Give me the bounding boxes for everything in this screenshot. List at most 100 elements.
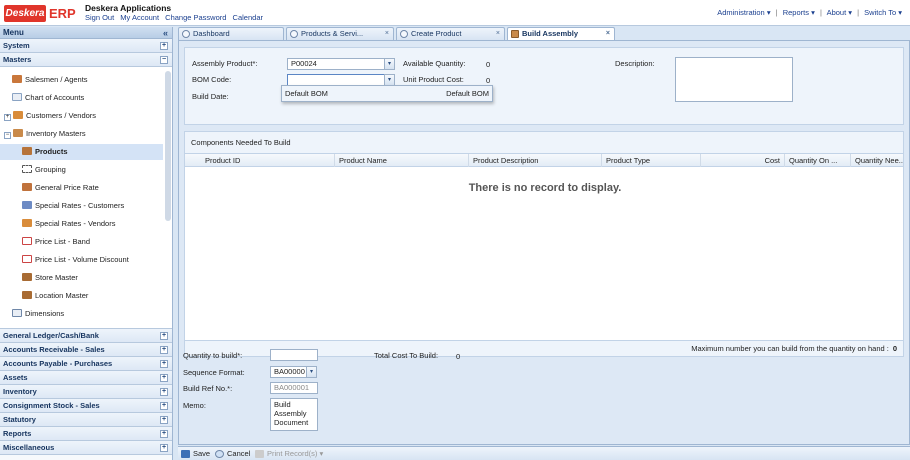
switch-to-menu[interactable]: Switch To ▾ — [864, 8, 902, 17]
expand-icon[interactable]: + — [160, 332, 168, 340]
sign-out-link[interactable]: Sign Out — [85, 13, 114, 22]
column-header-product-description[interactable]: Product Description — [469, 154, 602, 167]
tree-item-chart-of-accounts[interactable]: Chart of Accounts — [12, 90, 84, 106]
bom-option-default[interactable]: Default BOM Default BOM — [282, 86, 492, 101]
sidebar-section-general-ledger[interactable]: General Ledger/Cash/Bank + — [0, 329, 172, 343]
chevron-down-icon: ▾ — [898, 8, 902, 17]
tree-item-salesmen[interactable]: Salesmen / Agents — [12, 72, 88, 88]
tab-products-services[interactable]: Products & Servi... × — [286, 27, 394, 40]
tree-item-special-rates-vendors[interactable]: Special Rates - Vendors — [22, 216, 115, 232]
expand-icon[interactable]: + — [160, 402, 168, 410]
sidebar-section-statutory[interactable]: Statutory + — [0, 413, 172, 427]
menu-separator: | — [819, 8, 822, 17]
tab-build-assembly[interactable]: Build Assembly × — [507, 27, 615, 41]
sidebar-section-accounts-payable[interactable]: Accounts Payable - Purchases + — [0, 357, 172, 371]
expand-icon[interactable]: + — [160, 416, 168, 424]
expand-icon[interactable]: + — [160, 360, 168, 368]
expand-icon[interactable]: + — [160, 346, 168, 354]
quantity-to-build-input[interactable] — [270, 349, 318, 361]
about-menu[interactable]: About ▾ — [827, 8, 852, 17]
close-icon[interactable]: × — [606, 28, 610, 40]
sequence-format-select[interactable]: BA00000 — [270, 366, 307, 378]
store-icon — [22, 273, 32, 281]
column-header-cost[interactable]: Cost — [701, 154, 785, 167]
calendar-link[interactable]: Calendar — [233, 13, 263, 22]
people-icon — [22, 219, 32, 227]
tab-create-product[interactable]: Create Product × — [396, 27, 505, 40]
tree-item-dimensions[interactable]: Dimensions — [12, 306, 64, 322]
sidebar-section-masters[interactable]: Masters − — [0, 53, 172, 67]
administration-menu[interactable]: Administration ▾ — [717, 8, 770, 17]
tree-item-price-list-band[interactable]: Price List - Band — [22, 234, 90, 250]
tree-item-special-rates-customers[interactable]: Special Rates - Customers — [22, 198, 124, 214]
menu-separator: | — [857, 8, 860, 17]
deskera-logo[interactable]: Deskera ERP — [4, 5, 80, 22]
chevron-down-icon[interactable]: ▾ — [306, 366, 317, 378]
tree-item-products[interactable]: Products — [0, 144, 163, 160]
print-records-button[interactable]: Print Record(s) ▾ — [255, 448, 323, 460]
chevron-down-icon: ▾ — [319, 449, 324, 458]
sidebar-section-inventory[interactable]: Inventory + — [0, 385, 172, 399]
sidebar-section-assets[interactable]: Assets + — [0, 371, 172, 385]
grid-title: Components Needed To Build — [185, 132, 903, 154]
tree-scrollbar[interactable] — [165, 71, 171, 221]
grid-header-row: Product ID Product Name Product Descript… — [185, 154, 903, 167]
collapse-section-icon[interactable]: − — [160, 56, 168, 64]
unit-product-cost-label: Unit Product Cost: — [403, 75, 464, 84]
tab-dashboard[interactable]: Dashboard — [178, 27, 284, 40]
close-icon[interactable]: × — [385, 28, 389, 40]
my-account-link[interactable]: My Account — [120, 13, 159, 22]
collapse-tree-icon[interactable]: − — [4, 132, 11, 139]
expand-icon[interactable]: + — [4, 114, 11, 121]
collapse-icon[interactable]: « — [163, 27, 168, 39]
change-password-link[interactable]: Change Password — [165, 13, 226, 22]
build-ref-input[interactable]: BA000001 — [270, 382, 318, 394]
tree-item-general-price-rate[interactable]: General Price Rate — [22, 180, 99, 196]
tree-item-store-master[interactable]: Store Master — [22, 270, 78, 286]
expand-icon[interactable]: + — [160, 388, 168, 396]
pricelist-icon — [22, 255, 32, 263]
description-label: Description: — [615, 59, 655, 68]
sidebar: Menu « System + Masters − Salesmen / Age… — [0, 27, 173, 460]
expand-icon[interactable]: + — [160, 444, 168, 452]
column-header-quantity-needed[interactable]: Quantity Nee... — [851, 154, 903, 167]
sidebar-section-consignment-stock[interactable]: Consignment Stock - Sales + — [0, 399, 172, 413]
sidebar-section-reports[interactable]: Reports + — [0, 427, 172, 441]
tab-bar: Dashboard Products & Servi... × Create P… — [178, 27, 910, 41]
column-header-product-id[interactable]: Product ID — [201, 154, 335, 167]
column-header-quantity-on-hand[interactable]: Quantity On ... — [785, 154, 851, 167]
tree-item-grouping[interactable]: Grouping — [22, 162, 66, 178]
tree-item-customers-vendors[interactable]: + Customers / Vendors — [4, 108, 96, 124]
masters-tree: Salesmen / Agents Chart of Accounts + Cus… — [0, 67, 172, 329]
app-title: Deskera Applications — [85, 3, 172, 13]
memo-textarea[interactable]: Build Assembly Document — [270, 398, 318, 431]
expand-icon[interactable]: + — [160, 374, 168, 382]
reports-menu[interactable]: Reports ▾ — [783, 8, 815, 17]
tree-item-inventory-masters[interactable]: − Inventory Masters — [4, 126, 86, 142]
column-header-product-type[interactable]: Product Type — [602, 154, 701, 167]
build-date-label: Build Date: — [192, 92, 229, 101]
unit-product-cost-value: 0 — [486, 76, 491, 85]
close-icon[interactable]: × — [496, 28, 500, 40]
memo-label: Memo: — [183, 401, 206, 410]
sidebar-section-accounts-receivable[interactable]: Accounts Receivable - Sales + — [0, 343, 172, 357]
assembly-product-combo[interactable]: P00024 — [287, 58, 387, 70]
dashboard-icon — [182, 30, 190, 38]
sidebar-header: Menu « — [0, 27, 172, 39]
save-button[interactable]: Save — [181, 448, 210, 460]
store-icon — [22, 291, 32, 299]
column-header-product-name[interactable]: Product Name — [335, 154, 469, 167]
box-icon — [22, 147, 32, 155]
save-icon — [181, 450, 190, 458]
cancel-button[interactable]: Cancel — [215, 448, 250, 460]
expand-icon[interactable]: + — [160, 42, 168, 50]
sidebar-section-miscellaneous[interactable]: Miscellaneous + — [0, 441, 172, 455]
quantity-to-build-label: Quantity to build*: — [183, 351, 243, 360]
chevron-down-icon[interactable]: ▾ — [384, 58, 395, 70]
tree-item-location-master[interactable]: Location Master — [22, 288, 88, 304]
description-textarea[interactable] — [675, 57, 793, 102]
sidebar-section-system[interactable]: System + — [0, 39, 172, 53]
printer-icon — [255, 450, 264, 458]
tree-item-price-list-volume-discount[interactable]: Price List - Volume Discount — [22, 252, 129, 268]
expand-icon[interactable]: + — [160, 430, 168, 438]
